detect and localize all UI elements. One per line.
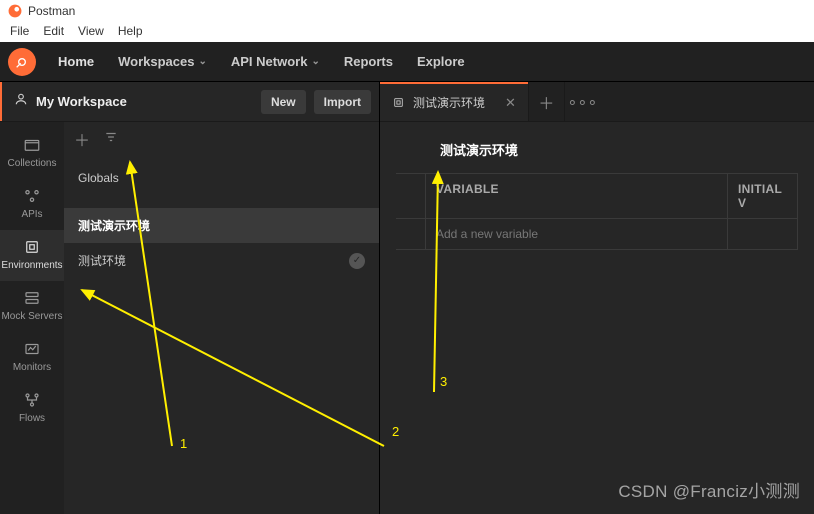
flows-icon: [23, 391, 41, 409]
add-variable-input[interactable]: Add a new variable: [426, 219, 728, 250]
env-toolbar: ＋: [64, 122, 379, 156]
right-pane: 测试演示环境 ✕ ＋ ∘∘∘ 测试演示环境 VARIABLE INITIAL V: [380, 82, 814, 514]
user-icon: [14, 92, 28, 111]
new-tab-button[interactable]: ＋: [528, 82, 564, 121]
add-env-button[interactable]: ＋: [74, 127, 90, 151]
nav-workspaces[interactable]: Workspaces⌄: [106, 54, 219, 69]
env-row-selected[interactable]: 测试演示环境: [64, 208, 379, 243]
chevron-down-icon: ⌄: [311, 56, 319, 67]
sidebar-item-flows[interactable]: Flows: [0, 383, 64, 434]
satellite-icon: [14, 54, 30, 70]
filter-button[interactable]: [104, 130, 118, 149]
workspace-bar: My Workspace New Import: [0, 82, 379, 122]
tab-bar: 测试演示环境 ✕ ＋ ∘∘∘: [380, 82, 814, 122]
env-content: 测试演示环境 VARIABLE INITIAL V Add a new vari…: [380, 122, 814, 514]
window-titlebar: Postman: [0, 0, 814, 22]
row-checkbox[interactable]: [396, 219, 426, 250]
tab-overflow-button[interactable]: ∘∘∘: [564, 82, 600, 121]
env-list: Globals 测试演示环境 测试环境 ✓: [64, 156, 379, 284]
menu-file[interactable]: File: [10, 24, 29, 38]
nav-api-network[interactable]: API Network⌄: [219, 54, 332, 69]
table-header: VARIABLE INITIAL V: [396, 174, 798, 219]
close-tab-button[interactable]: ✕: [505, 95, 516, 111]
tab-active[interactable]: 测试演示环境 ✕: [380, 82, 528, 121]
variables-table: VARIABLE INITIAL V Add a new variable: [396, 173, 798, 250]
col-variable: VARIABLE: [426, 174, 728, 219]
app-body: My Workspace New Import Collections APIs: [0, 82, 814, 514]
sidebar-item-environments[interactable]: Environments: [0, 230, 64, 281]
menu-view[interactable]: View: [78, 24, 104, 38]
env-row[interactable]: 测试环境 ✓: [64, 243, 379, 278]
sidebar-item-apis[interactable]: APIs: [0, 179, 64, 230]
app-logo-icon: [8, 4, 22, 18]
tab-label: 测试演示环境: [413, 94, 485, 111]
nav-home[interactable]: Home: [46, 54, 106, 69]
col-initial: INITIAL V: [728, 174, 798, 219]
accent-strip: [0, 82, 2, 121]
menu-help[interactable]: Help: [118, 24, 143, 38]
filter-icon: [104, 130, 118, 144]
left-pane: My Workspace New Import Collections APIs: [0, 82, 380, 514]
sidebar-item-mock-servers[interactable]: Mock Servers: [0, 281, 64, 332]
nav-reports[interactable]: Reports: [332, 54, 405, 69]
window-title: Postman: [28, 4, 75, 18]
workspace-name[interactable]: My Workspace: [36, 94, 253, 109]
nav-explore[interactable]: Explore: [405, 54, 477, 69]
left-body: Collections APIs Environments Mock Serve…: [0, 122, 379, 514]
import-button[interactable]: Import: [314, 90, 371, 114]
server-icon: [23, 289, 41, 307]
env-globals[interactable]: Globals: [64, 162, 379, 194]
top-nav: Home Workspaces⌄ API Network⌄ Reports Ex…: [0, 42, 814, 82]
sidebar-item-collections[interactable]: Collections: [0, 128, 64, 179]
apis-icon: [23, 187, 41, 205]
menu-edit[interactable]: Edit: [43, 24, 64, 38]
monitor-icon: [23, 340, 41, 358]
os-menu-bar: File Edit View Help: [0, 22, 814, 42]
col-checkbox: [396, 174, 426, 219]
chevron-down-icon: ⌄: [198, 56, 206, 67]
env-title: 测试演示环境: [396, 136, 798, 173]
sidebar-item-monitors[interactable]: Monitors: [0, 332, 64, 383]
table-row[interactable]: Add a new variable: [396, 219, 798, 250]
environment-icon: [23, 238, 41, 256]
postman-logo[interactable]: [8, 48, 36, 76]
environment-icon: [392, 96, 405, 109]
active-check-icon: ✓: [349, 253, 365, 269]
initial-value-cell[interactable]: [728, 219, 798, 250]
folder-icon: [23, 136, 41, 154]
app-root: Home Workspaces⌄ API Network⌄ Reports Ex…: [0, 42, 814, 514]
new-button[interactable]: New: [261, 90, 306, 114]
sidebar: Collections APIs Environments Mock Serve…: [0, 122, 64, 514]
environment-panel: ＋ Globals 测试演示环境 测试环境 ✓: [64, 122, 379, 514]
